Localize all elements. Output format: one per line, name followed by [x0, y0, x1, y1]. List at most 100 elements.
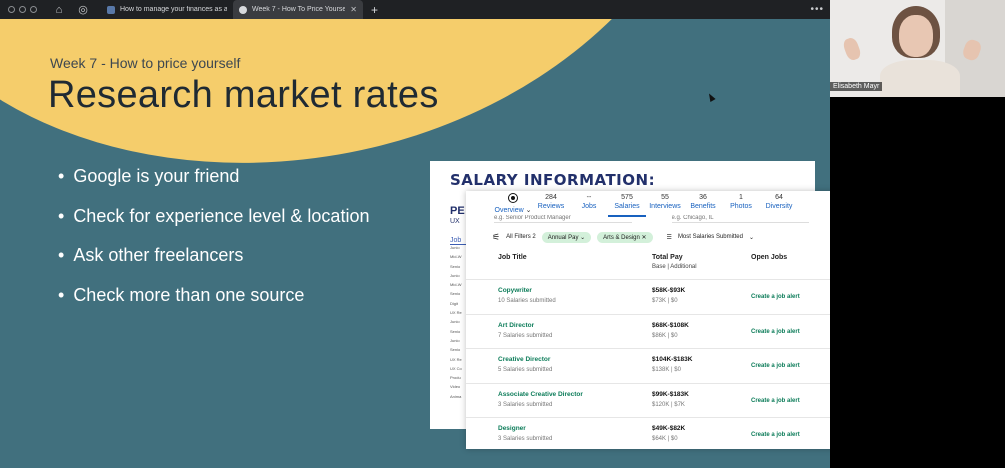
job-title-header: Job Title: [498, 254, 527, 261]
presentation-slide: Week 7 - How to price yourself Research …: [0, 19, 830, 468]
job-title-link[interactable]: Associate Creative Director: [498, 391, 652, 398]
browser-tab-finances[interactable]: How to manage your finances as a fr: [101, 0, 233, 19]
zoom-window-icon[interactable]: [30, 6, 37, 13]
slide-subtitle: Week 7 - How to price yourself: [50, 55, 241, 71]
bullet-item: Check more than one source: [58, 285, 369, 325]
bullet-item: Check for experience level & location: [58, 206, 369, 246]
open-jobs-header: Open Jobs: [751, 254, 788, 261]
pay-range: $104K-$183K: [652, 356, 693, 363]
side-row: Senio: [450, 328, 461, 334]
participant-video: Elisabeth Mayr: [830, 0, 1005, 97]
browser-tab-bar: ⌂ ◎ How to manage your finances as a fr …: [0, 0, 830, 19]
side-row: UX Re: [450, 356, 462, 362]
create-job-alert-link[interactable]: Create a job alert: [751, 425, 800, 438]
close-tab-icon[interactable]: ✕: [350, 5, 357, 14]
window-controls[interactable]: [8, 6, 37, 13]
sort-icon: ☰: [666, 234, 672, 241]
pay-breakdown: $86K | $0: [652, 332, 678, 339]
tab-count: 55: [661, 194, 669, 201]
job-cell: Copywriter 10 Salaries submitted: [498, 287, 652, 304]
pay-cell: $68K-$108K $86K | $0: [652, 322, 751, 339]
tab-label: Reviews: [537, 203, 565, 210]
home-icon[interactable]: ⌂: [51, 4, 67, 16]
salary-rows: Copywriter 10 Salaries submitted $58K-$93K…: [466, 280, 830, 449]
chevron-down-icon: ⌄: [748, 234, 754, 241]
filter-bar: ⚟ All Filters 2 Annual Pay ⌄ Arts & Desi…: [466, 223, 830, 251]
chevron-down-icon: ⌄: [580, 234, 586, 241]
job-title-link[interactable]: Copywriter: [498, 287, 652, 294]
glassdoor-salaries-screenshot: Overview ⌄ 284 Reviews -- Jobs 575 Salaries 55 I…: [466, 191, 830, 449]
tab-count: 36: [699, 194, 707, 201]
video-person-face: [899, 15, 933, 57]
table-header: Job Title Total Pay Base | Additional Op…: [466, 251, 830, 280]
tab-label: Diversity: [765, 203, 793, 210]
create-job-alert-link[interactable]: Create a job alert: [751, 322, 800, 335]
tab-label: Interviews: [649, 203, 681, 210]
tab-count: 64: [775, 194, 783, 201]
side-row: Digit: [450, 300, 459, 306]
participant-name-label: Elisabeth Mayr: [830, 82, 883, 91]
create-job-alert-link[interactable]: Create a job alert: [751, 391, 800, 404]
globe-icon[interactable]: ◎: [75, 3, 91, 16]
filter-sliders-icon[interactable]: ⚟: [492, 232, 500, 243]
pay-cell: $99K-$183K $120K | $7K: [652, 391, 751, 408]
pay-cell: $49K-$82K $64K | $0: [652, 425, 751, 442]
job-title-link[interactable]: Designer: [498, 425, 652, 432]
side-row: UX Co: [450, 365, 462, 371]
job-title-link[interactable]: Creative Director: [498, 356, 652, 363]
pay-range: $49K-$82K: [652, 425, 686, 432]
mouse-cursor-icon: [706, 92, 716, 102]
remove-chip-icon[interactable]: ✕: [642, 235, 647, 241]
job-title-input[interactable]: [494, 213, 632, 223]
create-job-alert-link[interactable]: Create a job alert: [751, 287, 800, 300]
side-job-link: Job: [450, 237, 466, 245]
side-row: Senio: [450, 291, 461, 297]
browser-tab-week7[interactable]: Week 7 - How To Price Yourself - H ✕: [233, 0, 363, 19]
side-row: Produ: [450, 375, 461, 381]
job-cell: Designer 3 Salaries submitted: [498, 425, 652, 442]
sort-label: Most Salaries Submitted: [677, 234, 743, 240]
more-menu-icon[interactable]: •••: [810, 4, 824, 15]
side-row: Video: [450, 384, 461, 390]
new-tab-plus-icon[interactable]: +: [371, 3, 378, 17]
tab-label: Benefits: [690, 203, 716, 210]
side-heading: PE: [450, 205, 465, 217]
location-input[interactable]: [671, 213, 809, 223]
pay-range: $68K-$108K: [652, 321, 689, 329]
salaries-submitted: 3 Salaries submitted: [498, 436, 553, 442]
play-favicon-icon: [239, 5, 247, 14]
tab-title: How to manage your finances as a fr: [120, 6, 227, 13]
tab-label: Jobs: [581, 203, 597, 210]
tab-title: Week 7 - How To Price Yourself - H: [252, 6, 346, 13]
salaries-submitted: 3 Salaries submitted: [498, 401, 553, 408]
video-person-body: [880, 60, 960, 97]
all-filters-button[interactable]: All Filters 2: [506, 234, 536, 240]
tab-label: Photos: [730, 203, 752, 210]
pay-breakdown: $64K | $0: [652, 436, 678, 442]
tab-count: 1: [739, 194, 743, 201]
side-row: Junio: [450, 272, 460, 278]
pay-breakdown-label: Base | Additional: [652, 264, 697, 270]
tab-count: 284: [545, 194, 557, 201]
chip-label: Arts & Design: [603, 234, 640, 241]
pay-cell: $58K-$93K $73K | $0: [652, 287, 751, 304]
salaries-submitted: 7 Salaries submitted: [498, 332, 553, 339]
create-job-alert-link[interactable]: Create a job alert: [751, 356, 800, 369]
bullet-item: Google is your friend: [58, 166, 369, 206]
table-row: Designer 3 Salaries submitted $49K-$82K $64…: [466, 418, 830, 449]
close-window-icon[interactable]: [8, 6, 15, 13]
company-logo: [494, 194, 532, 204]
tab-favicon-icon: [107, 5, 115, 14]
total-pay-header: Total Pay Base | Additional: [652, 254, 751, 270]
job-title-link[interactable]: Art Director: [498, 322, 652, 329]
sort-dropdown[interactable]: ☰ Most Salaries Submitted ⌄: [667, 234, 754, 241]
company-logo-icon: [509, 194, 517, 202]
job-cell: Creative Director 5 Salaries submitted: [498, 356, 652, 373]
chip-label: Annual Pay: [547, 234, 579, 241]
table-row: Creative Director 5 Salaries submitted $10…: [466, 349, 830, 384]
annual-pay-chip[interactable]: Annual Pay ⌄: [541, 231, 592, 243]
side-rows: Junio Mid-W Senio Junio Mid-W Senio Digit UX Re…: [450, 245, 466, 403]
arts-design-chip[interactable]: Arts & Design ✕: [597, 231, 653, 243]
tab-count: --: [586, 194, 592, 201]
minimize-window-icon[interactable]: [19, 6, 26, 13]
